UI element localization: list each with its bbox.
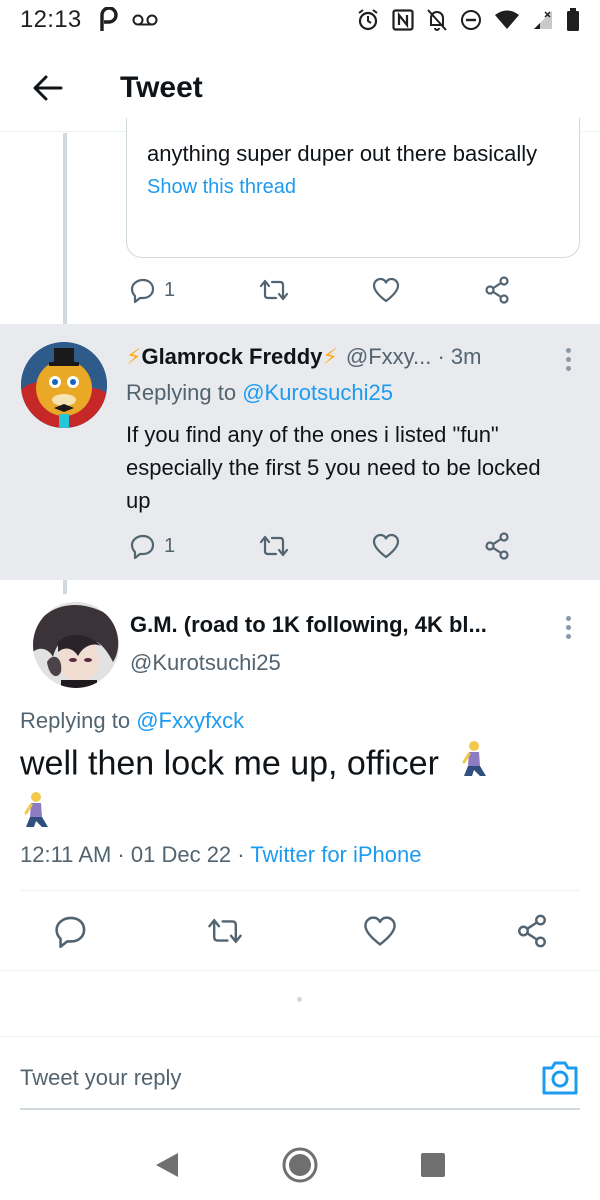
battery-icon [566, 8, 580, 32]
author-name: Glamrock Freddy [141, 344, 323, 369]
alarm-icon [356, 8, 380, 32]
reply-text: If you find any of the ones i listed "fu… [126, 422, 541, 513]
reply-icon [130, 534, 155, 559]
tweet-meta: 12:11 AM · 01 Dec 22 · Twitter for iPhon… [20, 842, 422, 868]
nav-back-icon [155, 1153, 178, 1177]
page-title: Tweet [120, 70, 203, 104]
thread-line [63, 133, 67, 324]
heart-icon [363, 916, 396, 946]
status-bar: 12:13 [0, 0, 600, 40]
show-thread-link[interactable]: Show this thread [147, 176, 559, 199]
reply-button[interactable] [54, 914, 88, 948]
nav-back-button[interactable] [137, 1135, 197, 1195]
tweet-text-content: well then lock me up, officer [20, 744, 439, 783]
author-handle[interactable]: @Kurotsuchi25 [130, 650, 281, 676]
share-icon [485, 276, 509, 304]
loading-indicator [297, 997, 302, 1002]
more-options-icon[interactable] [558, 348, 578, 371]
divider [0, 970, 600, 971]
kneeling-person-emoji [458, 740, 490, 791]
share-icon [518, 914, 546, 948]
reply-composer[interactable]: Tweet your reply [0, 1036, 600, 1112]
nav-home-icon [282, 1147, 318, 1183]
back-button[interactable] [18, 58, 78, 118]
tweet-timestamp: 12:11 AM · 01 Dec 22 · [20, 842, 251, 867]
avatar[interactable] [33, 602, 119, 688]
heart-icon [373, 277, 400, 303]
replying-to-link[interactable]: @Fxxyfxck [136, 708, 244, 733]
voicemail-icon [132, 13, 158, 27]
nav-recents-button[interactable] [403, 1135, 463, 1195]
nav-recents-icon [421, 1153, 446, 1177]
reply-count: 1 [164, 278, 176, 301]
quoted-tweet-card[interactable]: anything super duper out there basically… [126, 118, 580, 258]
retweet-button[interactable] [259, 534, 289, 558]
notifications-off-icon [426, 8, 448, 32]
camera-button[interactable] [540, 1058, 580, 1098]
heart-icon [373, 533, 400, 559]
share-button[interactable] [484, 276, 510, 304]
status-time: 12:13 [20, 6, 82, 33]
lightning-emoji: ⚡ [126, 344, 142, 369]
reply-icon [130, 278, 155, 303]
share-icon [485, 532, 509, 560]
retweet-button[interactable] [259, 278, 289, 302]
reply-author[interactable]: ⚡ Glamrock Freddy ⚡ @Fxxy... · 3m [126, 344, 481, 370]
author-handle: @Fxxy... · 3m [345, 344, 482, 369]
like-button[interactable] [372, 533, 400, 559]
wifi-icon [494, 10, 520, 30]
system-nav-bar [0, 1130, 600, 1200]
like-button[interactable] [363, 915, 397, 947]
replying-to: Replying to @Kurotsuchi25 [126, 380, 393, 406]
tweet-text: well then lock me up, officer [20, 740, 560, 842]
divider [20, 890, 580, 891]
tweet-actions: 1 [130, 532, 510, 560]
retweet-icon [259, 535, 288, 557]
camera-icon [542, 1061, 578, 1095]
retweet-button[interactable] [207, 916, 243, 946]
replying-to-link[interactable]: @Kurotsuchi25 [242, 380, 393, 405]
do-not-disturb-icon [460, 9, 482, 31]
back-arrow-icon [33, 75, 63, 100]
avatar[interactable] [21, 342, 107, 428]
retweet-icon [208, 919, 243, 944]
lightning-emoji: ⚡ [322, 344, 338, 369]
nav-home-button[interactable] [270, 1135, 330, 1195]
quoted-tweet-text: anything super duper out there basically [147, 141, 538, 166]
pinterest-notification-icon [98, 7, 120, 33]
tweet-source-link[interactable]: Twitter for iPhone [250, 842, 421, 867]
more-options-icon[interactable] [558, 616, 578, 639]
reply-count: 1 [164, 534, 176, 557]
reply-input-underline [20, 1108, 580, 1110]
retweet-icon [259, 279, 288, 301]
nfc-icon [392, 9, 414, 31]
kneeling-person-emoji [20, 791, 52, 842]
reply-input[interactable]: Tweet your reply [20, 1065, 181, 1091]
replying-to: Replying to @Fxxyfxck [20, 708, 244, 734]
main-tweet-actions [54, 914, 548, 948]
reply-button[interactable]: 1 [130, 533, 175, 559]
like-button[interactable] [372, 277, 400, 303]
cell-signal-icon [532, 9, 554, 31]
reply-button[interactable]: 1 [130, 277, 175, 303]
replying-to-prefix: Replying to [126, 380, 243, 405]
reply-icon [55, 916, 86, 948]
replying-to-prefix: Replying to [20, 708, 137, 733]
tweet-actions: 1 [130, 276, 510, 304]
author-name[interactable]: G.M. (road to 1K following, 4K bl... [130, 612, 487, 638]
share-button[interactable] [516, 914, 548, 948]
share-button[interactable] [484, 532, 510, 560]
